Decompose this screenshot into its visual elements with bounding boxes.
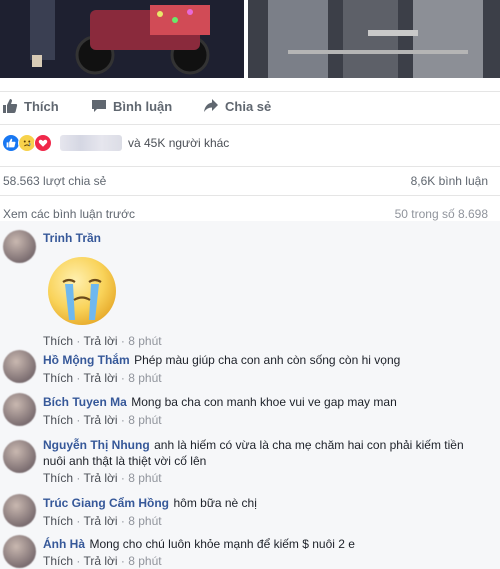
commenter-name[interactable]: Trúc Giang Cẩm Hồng [43,496,169,510]
view-previous-comments-link[interactable]: Xem các bình luận trước [3,207,135,221]
comment-meta: Thích · Trả lời · 8 phút [43,371,162,385]
comment-count[interactable]: 8,6K bình luận [411,174,488,188]
post-stats: 58.563 lượt chia sẻ 8,6K bình luận [0,166,500,196]
avatar[interactable] [3,440,36,473]
comment-time[interactable]: 8 phút [128,371,161,385]
comment-reply-link[interactable]: Trả lời [83,471,117,485]
reactions-text: và 45K người khác [128,136,230,150]
commenter-name[interactable]: Ánh Hà [43,537,85,551]
comment-time[interactable]: 8 phút [128,554,161,568]
commenter-name[interactable]: Hồ Mộng Thắm [43,353,130,367]
comment-like-link[interactable]: Thích [43,471,73,485]
comment-text: Phép màu giúp cha con anh còn sống còn h… [134,353,401,367]
comment-reply-link[interactable]: Trả lời [83,371,117,385]
avatar[interactable] [3,535,36,568]
comment-reply-link[interactable]: Trả lời [83,514,117,528]
comment-reply-link[interactable]: Trả lời [83,334,117,348]
post-photo-left[interactable] [0,0,244,78]
comment-text: Mong ba cha con manh khoe vui ve gap may… [131,395,397,409]
comment-reply-link[interactable]: Trả lời [83,413,117,427]
crying-sticker [45,254,119,328]
comment-like-link[interactable]: Thích [43,413,73,427]
comment-icon [92,100,106,112]
comment-meta: Thích · Trả lời · 8 phút [43,514,162,528]
share-button-label: Chia sẻ [225,98,272,114]
comment-time[interactable]: 8 phút [128,334,161,348]
commenter-name[interactable]: Nguyễn Thị Nhung [43,438,150,452]
comment-text: hôm bữa nè chị [173,496,257,510]
commenter-name[interactable]: Bích Tuyen Ma [43,395,127,409]
comment-text: Mong cho chú luôn khỏe mạnh để kiếm $ nu… [89,537,355,551]
avatar[interactable] [3,494,36,527]
love-icon [34,134,52,152]
comment-meta: Thích · Trả lời · 8 phút [43,554,162,568]
comment-text: anh là hiếm có vừa là cha mẹ chăm hai co… [154,438,464,452]
comments-paging-count: 50 trong số 8.698 [394,207,488,221]
like-button[interactable]: Thích [2,98,59,114]
post-action-bar: Thích Bình luận Chia sẻ [0,91,500,125]
comment-text-continued: nuôi anh thật là thiệt vời cố lên [43,454,207,468]
avatar[interactable] [3,350,36,383]
thumbs-up-icon [3,99,18,113]
comment-like-link[interactable]: Thích [43,371,73,385]
share-button[interactable]: Chia sẻ [203,98,271,114]
motorbike-photo [0,0,244,78]
comment-like-link[interactable]: Thích [43,554,73,568]
blurred-friend-name [60,135,122,151]
comment-button-label: Bình luận [113,98,173,114]
share-count[interactable]: 58.563 lượt chia sẻ [3,174,106,188]
reactions-summary[interactable]: và 45K người khác [0,130,500,156]
comment-time[interactable]: 8 phút [128,413,161,427]
comment-meta: Thích · Trả lời · 8 phút [43,471,162,485]
comment-time[interactable]: 8 phút [128,471,161,485]
comment-meta: Thích · Trả lời · 8 phút [43,413,162,427]
people-photo [248,0,500,78]
comment-like-link[interactable]: Thích [43,514,73,528]
share-arrow-icon [204,99,218,112]
post-photos: +2 [0,0,500,83]
comment-like-link[interactable]: Thích [43,334,73,348]
comments-list: Trinh Trần Thích · Trả lời · 8 phút Hồ M… [0,221,500,569]
commenter-name[interactable]: Trinh Trần [43,231,101,245]
post-photo-right[interactable]: +2 [248,0,500,78]
comment-button[interactable]: Bình luận [91,98,172,114]
avatar[interactable] [3,230,36,263]
crying-face-icon [48,257,116,325]
comment-meta: Thích · Trả lời · 8 phút [43,334,162,348]
like-button-label: Thích [24,98,59,114]
comment-time[interactable]: 8 phút [128,514,161,528]
avatar[interactable] [3,393,36,426]
comment-reply-link[interactable]: Trả lời [83,554,117,568]
